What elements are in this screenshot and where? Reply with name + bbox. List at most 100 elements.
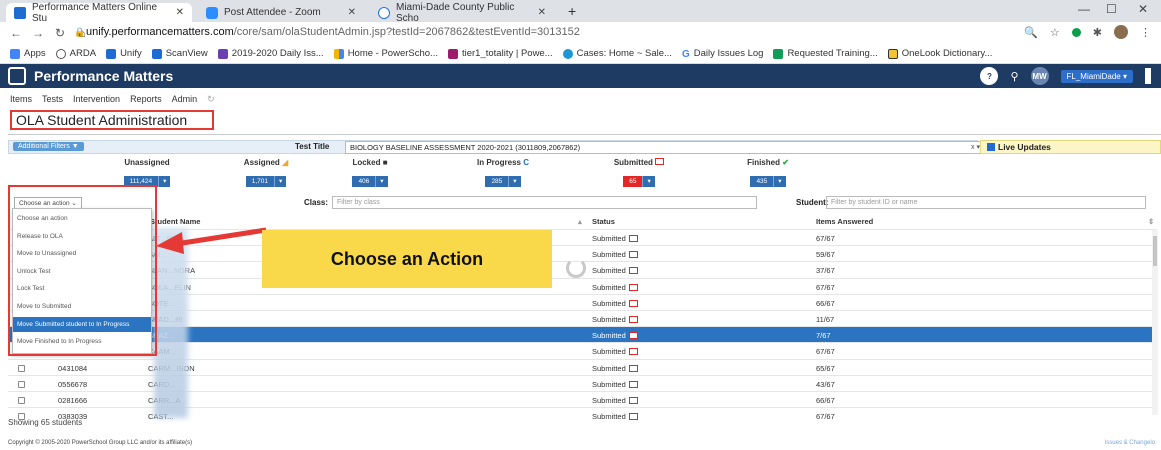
items-answered: 11/67 — [816, 315, 835, 324]
tab-miami-dade[interactable]: Miami-Dade County Public Scho ✕ — [370, 2, 554, 24]
caret-down-icon: ▾ — [375, 176, 388, 187]
dropdown-option[interactable]: Move Finished to In Progress — [13, 334, 151, 349]
user-avatar[interactable]: MW — [1030, 67, 1049, 85]
tab-performance-matters[interactable]: Performance Matters Online Stu ✕ — [6, 2, 192, 24]
row-checkbox[interactable] — [18, 380, 25, 388]
items-answered: 7/67 — [816, 331, 831, 341]
profile-avatar[interactable] — [1114, 25, 1128, 39]
status-label-wrap: Finished ✔ — [738, 158, 798, 170]
bookmark-label: ScanView — [165, 48, 208, 59]
menu-admin[interactable]: Admin — [172, 94, 198, 105]
dropdown-option[interactable]: Unlock Test — [13, 264, 151, 279]
dropdown-option[interactable]: Release to OLA — [13, 229, 151, 244]
bookmark-tier1[interactable]: tier1_totality | Powe... — [447, 48, 553, 59]
status-count-button[interactable]: 406 ▾ — [352, 176, 388, 187]
table-scrollbar[interactable] — [1152, 230, 1158, 415]
dropdown-option[interactable]: Choose an action — [13, 211, 151, 226]
submitted-icon — [628, 397, 638, 404]
class-filter-input[interactable]: Filter by class — [332, 196, 757, 209]
items-answered: 67/67 — [816, 347, 835, 357]
help-icon[interactable]: ? — [980, 67, 999, 85]
bookmark-daily-log[interactable]: G Daily Issues Log — [682, 48, 763, 60]
status-count-button[interactable]: 111,424 ▾ — [123, 176, 171, 187]
status-count-button[interactable]: 285 ▾ — [485, 176, 521, 187]
status-count: 435 — [750, 176, 774, 187]
zoom-icon[interactable]: 🔍 — [1024, 26, 1038, 39]
row-checkbox[interactable] — [18, 364, 25, 372]
status-text: Submitted — [592, 331, 626, 341]
bookmark-powerschool[interactable]: Home - PowerScho... — [333, 48, 438, 59]
bookmark-training[interactable]: Requested Training... — [773, 48, 878, 59]
student-filter-input[interactable]: Filter by student ID or name — [826, 196, 1146, 209]
new-tab-icon[interactable]: + — [568, 3, 576, 19]
status-label: Unassigned — [124, 158, 170, 167]
items-answered: 67/67 — [816, 282, 835, 292]
more-menu-icon[interactable]: ⋮ — [1140, 26, 1151, 39]
bookmark-apps[interactable]: Apps — [10, 48, 46, 59]
status-text: Submitted — [592, 347, 626, 357]
issues-changelog-link[interactable]: Issues & Changelo — [1105, 440, 1155, 446]
submitted-icon — [628, 235, 638, 242]
clear-select-icon[interactable]: x ▾ — [971, 142, 980, 153]
org-selector[interactable]: FL_MiamiDade ▾ — [1060, 69, 1133, 83]
bookmark-arda[interactable]: ARDA — [55, 48, 96, 59]
bookmark-onelook[interactable]: OneLook Dictionary... — [887, 48, 993, 59]
address-bar: ← → ↻ ⌂ 🔒 unify.performancematters.com/c… — [0, 22, 1161, 44]
additional-filters-button[interactable]: Additional Filters ▼ — [13, 142, 84, 151]
menu-items[interactable]: Items — [10, 94, 32, 105]
minimize-icon[interactable]: — — [1078, 2, 1090, 16]
side-panel-icon[interactable] — [1145, 68, 1151, 84]
submitted-icon — [628, 380, 638, 388]
close-tab-icon[interactable]: ✕ — [530, 7, 546, 18]
puzzle-icon[interactable]: ✱ — [1093, 26, 1102, 39]
bookmark-label: OneLook Dictionary... — [901, 48, 993, 59]
menu-reports[interactable]: Reports — [130, 94, 162, 105]
column-items-answered[interactable]: Items Answered — [816, 217, 873, 226]
dropdown-option[interactable]: Lock Test — [13, 281, 151, 296]
column-status[interactable]: Status — [592, 217, 615, 226]
student-id: 0281666 — [58, 396, 88, 405]
status-count-button[interactable]: 435 ▾ — [750, 176, 786, 187]
bookmark-star-icon[interactable]: ☆ — [1050, 26, 1060, 39]
close-tab-icon[interactable]: ✕ — [168, 7, 184, 18]
bookmark-scanview[interactable]: ScanView — [151, 48, 208, 59]
menu-tests[interactable]: Tests — [42, 94, 63, 105]
live-updates-toggle[interactable]: Live Updates — [980, 140, 1161, 154]
status-text: Submitted — [592, 266, 626, 276]
scrollbar-thumb[interactable] — [1153, 236, 1157, 266]
dropdown-option[interactable]: Move to Submitted — [13, 299, 151, 314]
close-window-icon[interactable]: ✕ — [1138, 2, 1148, 16]
menu-intervention[interactable]: Intervention — [73, 94, 120, 105]
tab-zoom[interactable]: Post Attendee - Zoom ✕ — [198, 3, 364, 22]
sort-icon[interactable]: ⇕ — [1148, 217, 1154, 226]
items-answered: 65/67 — [816, 363, 835, 373]
dropdown-option[interactable]: Move to Unassigned — [13, 246, 151, 261]
forward-icon[interactable]: → — [32, 26, 44, 40]
reload-icon[interactable]: ↻ — [54, 26, 66, 40]
sheet-icon — [217, 48, 228, 59]
dropdown-option[interactable]: Move Submitted student to In Progress — [13, 316, 151, 332]
url-field[interactable]: unify.performancematters.com/core/sam/ol… — [86, 26, 580, 38]
status-cell: Submitted — [592, 347, 638, 356]
bookmark-unify[interactable]: Unify — [106, 48, 142, 59]
history-icon[interactable]: ↻ — [207, 94, 215, 105]
search-icon[interactable]: ⚲ — [1010, 70, 1018, 83]
checkbox-checked-icon — [987, 143, 995, 151]
close-tab-icon[interactable]: ✕ — [340, 7, 356, 18]
extension-icon[interactable] — [1071, 27, 1081, 37]
maximize-icon[interactable]: ☐ — [1106, 2, 1117, 16]
status-count-button[interactable]: 65 ▾ — [623, 176, 655, 187]
back-icon[interactable]: ← — [10, 26, 22, 40]
callout-box: Choose an Action — [262, 230, 552, 288]
row-checkbox[interactable] — [18, 397, 25, 404]
bookmark-label: 2019-2020 Daily Iss... — [231, 48, 324, 59]
submitted-icon — [628, 267, 638, 275]
loading-spinner-icon — [566, 258, 586, 278]
status-count-button[interactable]: 1,701 ▾ — [245, 176, 287, 187]
items-answered: 59/67 — [816, 250, 835, 260]
status-submitted: Submitted 65 ▾ — [606, 158, 672, 188]
sort-icon[interactable]: ▴ — [578, 217, 582, 226]
test-title-select[interactable]: BIOLOGY BASELINE ASSESSMENT 2020-2021 (3… — [345, 141, 985, 154]
bookmark-daily-issues[interactable]: 2019-2020 Daily Iss... — [217, 48, 324, 59]
bookmark-cases[interactable]: Cases: Home ~ Sale... — [562, 48, 672, 59]
